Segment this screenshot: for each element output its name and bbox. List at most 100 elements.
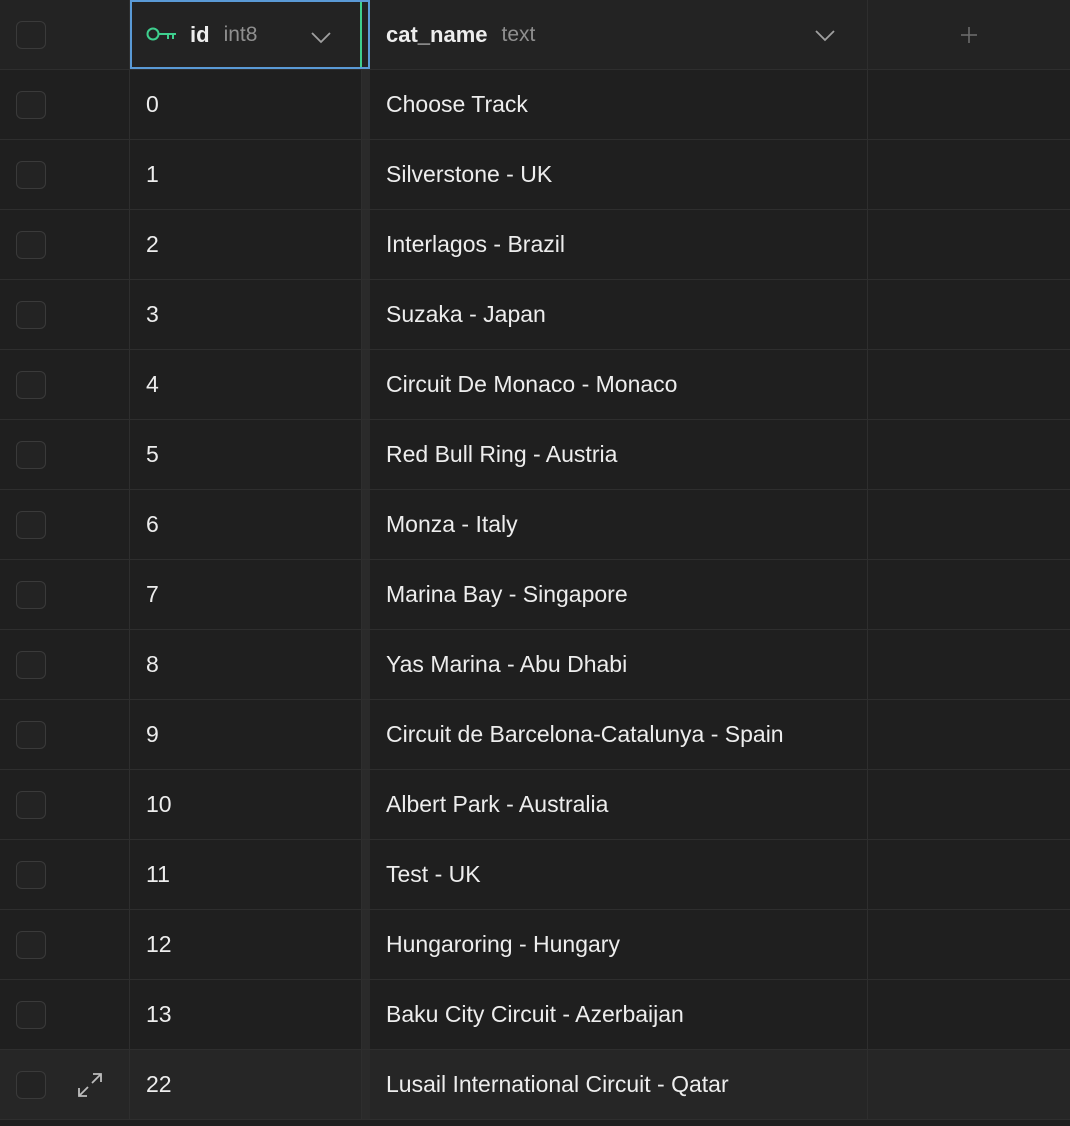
cell-cat-name-value: Marina Bay - Singapore (386, 581, 628, 607)
column-gutter (362, 70, 370, 139)
cell-id[interactable]: 1 (130, 140, 362, 209)
table-row[interactable]: 13 Baku City Circuit - Azerbaijan (0, 980, 1070, 1050)
cell-id[interactable]: 22 (130, 1050, 362, 1119)
cell-cat-name[interactable]: Test - UK (370, 840, 868, 909)
cell-id[interactable]: 10 (130, 770, 362, 839)
table-row[interactable]: 12 Hungaroring - Hungary (0, 910, 1070, 980)
cell-id[interactable]: 12 (130, 910, 362, 979)
cell-id[interactable]: 2 (130, 210, 362, 279)
cell-id[interactable]: 9 (130, 700, 362, 769)
row-select-cell (0, 910, 130, 979)
row-select-cell (0, 490, 130, 559)
row-checkbox[interactable] (16, 441, 46, 469)
cell-cat-name-value: Red Bull Ring - Austria (386, 441, 618, 467)
chevron-down-icon[interactable] (310, 30, 332, 44)
cell-id[interactable]: 0 (130, 70, 362, 139)
cell-cat-name[interactable]: Circuit de Barcelona-Catalunya - Spain (370, 700, 868, 769)
cell-cat-name-value: Silverstone - UK (386, 161, 553, 187)
cell-cat-name[interactable]: Monza - Italy (370, 490, 868, 559)
expand-icon[interactable] (76, 1071, 104, 1099)
table-row[interactable]: 7 Marina Bay - Singapore (0, 560, 1070, 630)
column-name: cat_name (386, 21, 488, 47)
cell-cat-name[interactable]: Interlagos - Brazil (370, 210, 868, 279)
row-select-cell (0, 280, 130, 349)
cell-cat-name[interactable]: Silverstone - UK (370, 140, 868, 209)
column-gutter (362, 350, 370, 419)
cell-id-value: 10 (146, 791, 172, 817)
row-checkbox[interactable] (16, 371, 46, 399)
cell-cat-name-value: Hungaroring - Hungary (386, 931, 620, 957)
row-checkbox[interactable] (16, 161, 46, 189)
cell-id-value: 22 (146, 1071, 172, 1097)
row-checkbox[interactable] (16, 581, 46, 609)
table-row[interactable]: 10 Albert Park - Australia (0, 770, 1070, 840)
row-checkbox[interactable] (16, 511, 46, 539)
cell-id[interactable]: 13 (130, 980, 362, 1049)
row-select-cell (0, 840, 130, 909)
cell-id-value: 0 (146, 91, 159, 117)
cell-cat-name[interactable]: Suzaka - Japan (370, 280, 868, 349)
row-trailing-cell (868, 840, 1070, 909)
table-grid: id int8 cat_name text 0 Choose Track 1 S… (0, 0, 1070, 1126)
select-all-checkbox[interactable] (16, 21, 46, 49)
row-checkbox[interactable] (16, 91, 46, 119)
row-checkbox[interactable] (16, 721, 46, 749)
cell-id[interactable]: 7 (130, 560, 362, 629)
table-row[interactable]: 4 Circuit De Monaco - Monaco (0, 350, 1070, 420)
table-row[interactable]: 5 Red Bull Ring - Austria (0, 420, 1070, 490)
cell-cat-name[interactable]: Red Bull Ring - Austria (370, 420, 868, 489)
cell-cat-name[interactable]: Choose Track (370, 70, 868, 139)
cell-cat-name[interactable]: Circuit De Monaco - Monaco (370, 350, 868, 419)
cell-id-value: 11 (146, 861, 170, 887)
table-row[interactable]: 6 Monza - Italy (0, 490, 1070, 560)
row-checkbox[interactable] (16, 931, 46, 959)
row-checkbox[interactable] (16, 1071, 46, 1099)
cell-cat-name[interactable]: Lusail International Circuit - Qatar (370, 1050, 868, 1119)
cell-id[interactable]: 11 (130, 840, 362, 909)
row-checkbox[interactable] (16, 861, 46, 889)
key-icon (146, 27, 176, 40)
chevron-down-icon[interactable] (814, 28, 836, 42)
cell-cat-name[interactable]: Yas Marina - Abu Dhabi (370, 630, 868, 699)
column-header-id[interactable]: id int8 (130, 0, 370, 69)
row-checkbox[interactable] (16, 1001, 46, 1029)
cell-id[interactable]: 6 (130, 490, 362, 559)
cell-id[interactable]: 5 (130, 420, 362, 489)
cell-id-value: 9 (146, 721, 159, 747)
column-gutter (362, 910, 370, 979)
cell-id-value: 3 (146, 301, 159, 327)
add-column-button[interactable] (868, 0, 1070, 69)
row-checkbox[interactable] (16, 231, 46, 259)
table-row[interactable]: 11 Test - UK (0, 840, 1070, 910)
column-gutter (362, 490, 370, 559)
table-row[interactable]: 0 Choose Track (0, 70, 1070, 140)
cell-cat-name[interactable]: Hungaroring - Hungary (370, 910, 868, 979)
table-row[interactable]: 3 Suzaka - Japan (0, 280, 1070, 350)
column-gutter (362, 980, 370, 1049)
table-row[interactable]: 2 Interlagos - Brazil (0, 210, 1070, 280)
row-select-cell (0, 630, 130, 699)
table-row[interactable]: 9 Circuit de Barcelona-Catalunya - Spain (0, 700, 1070, 770)
row-select-cell (0, 1050, 130, 1119)
row-select-cell (0, 980, 130, 1049)
row-checkbox[interactable] (16, 791, 46, 819)
row-trailing-cell (868, 350, 1070, 419)
column-gutter (362, 280, 370, 349)
row-select-cell (0, 420, 130, 489)
cell-id-value: 4 (146, 371, 159, 397)
column-header-cat-name[interactable]: cat_name text (370, 0, 868, 69)
column-gutter (362, 700, 370, 769)
column-resize-handle[interactable] (360, 2, 362, 67)
row-checkbox[interactable] (16, 301, 46, 329)
table-row[interactable]: 8 Yas Marina - Abu Dhabi (0, 630, 1070, 700)
column-gutter (362, 140, 370, 209)
row-checkbox[interactable] (16, 651, 46, 679)
cell-id[interactable]: 3 (130, 280, 362, 349)
cell-cat-name[interactable]: Albert Park - Australia (370, 770, 868, 839)
cell-cat-name[interactable]: Baku City Circuit - Azerbaijan (370, 980, 868, 1049)
cell-cat-name[interactable]: Marina Bay - Singapore (370, 560, 868, 629)
cell-id[interactable]: 4 (130, 350, 362, 419)
table-row[interactable]: 1 Silverstone - UK (0, 140, 1070, 210)
cell-id[interactable]: 8 (130, 630, 362, 699)
table-row[interactable]: 22 Lusail International Circuit - Qatar (0, 1050, 1070, 1120)
